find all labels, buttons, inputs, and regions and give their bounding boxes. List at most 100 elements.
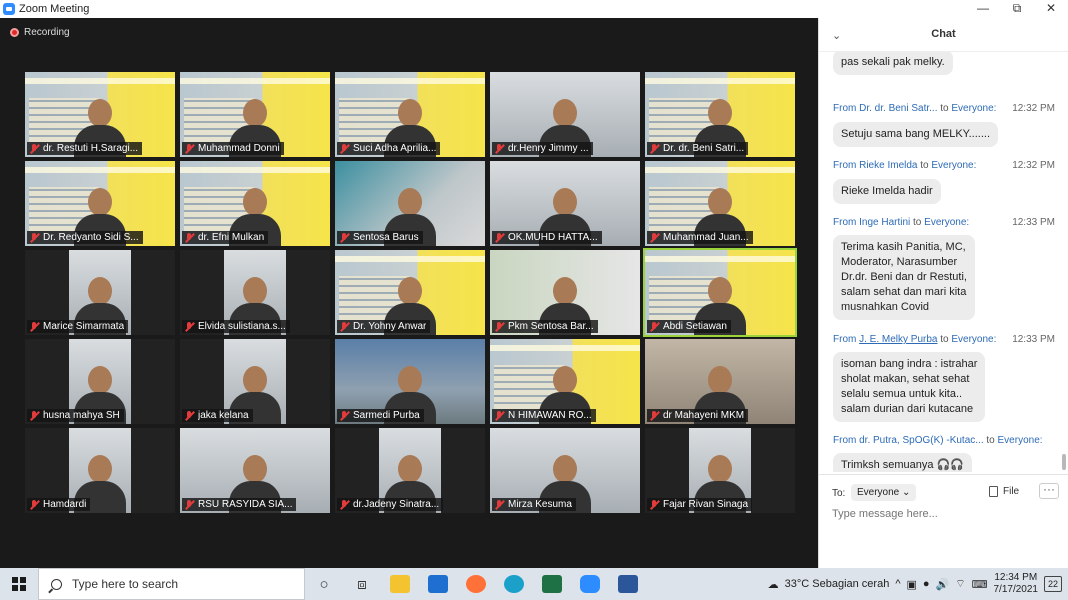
participant-name-bar: Elvida sulistiana.s...: [182, 320, 290, 333]
keyboard-icon[interactable]: ⌨: [972, 578, 988, 591]
participant-name-bar: Muhammad Donni: [182, 142, 284, 155]
participant-name: OK.MUHD HATTA...: [508, 232, 598, 243]
edge-icon[interactable]: [495, 568, 533, 600]
clock[interactable]: 12:34 PM 7/17/2021: [994, 572, 1039, 596]
participant-tile[interactable]: Hamdardi: [25, 428, 175, 513]
file-explorer-icon[interactable]: [381, 568, 419, 600]
chat-sender[interactable]: Rieke Imelda: [859, 160, 917, 171]
cortana-icon[interactable]: ○: [305, 568, 343, 600]
chat-sender[interactable]: J. E. Melky Purba: [859, 334, 937, 345]
participant-tile[interactable]: RSU RASYIDA SIA...: [180, 428, 330, 513]
taskbar-search[interactable]: Type here to search: [38, 568, 305, 600]
file-button[interactable]: File: [989, 486, 1019, 497]
chat-sender[interactable]: dr. Putra, SpOG(K) -Kutac...: [859, 435, 984, 446]
chat-message-header: From dr. Putra, SpOG(K) -Kutac... to Eve…: [833, 435, 1043, 446]
word-icon[interactable]: [609, 568, 647, 600]
participant-name-bar: Suci Adha Aprilia...: [337, 142, 441, 155]
participant-tile[interactable]: Marice Simarmata: [25, 250, 175, 335]
more-options-button[interactable]: ···: [1039, 483, 1059, 499]
participant-name: dr.Jadeny Sinatra...: [353, 499, 440, 510]
recording-label: Recording: [24, 27, 70, 38]
participant-tile[interactable]: Dr. Yohny Anwar: [335, 250, 485, 335]
participant-name: husna mahya SH: [43, 410, 120, 421]
chat-scrollbar[interactable]: [1062, 454, 1066, 470]
network-icon[interactable]: ⌔: [955, 577, 965, 591]
volume-icon[interactable]: 🔊: [936, 578, 950, 591]
participant-name-bar: Marice Simarmata: [27, 320, 129, 333]
participant-tile[interactable]: Dr. Redyanto Sidi S...: [25, 161, 175, 246]
maximize-button[interactable]: ⧉: [1000, 0, 1034, 18]
participant-tile[interactable]: dr.Jadeny Sinatra...: [335, 428, 485, 513]
chat-message-header: From Dr. dr. Beni Satr... to Everyone: 1…: [833, 103, 1055, 114]
participant-tile[interactable]: dr. Restuti H.Saragi...: [25, 72, 175, 157]
chat-message-bubble: pas sekali pak melky.: [833, 52, 953, 75]
chat-time: 12:33 PM: [1012, 217, 1055, 228]
chat-messages[interactable]: pas sekali pak melky. From Dr. dr. Beni …: [819, 52, 1061, 472]
chat-sender[interactable]: Inge Hartini: [859, 217, 910, 228]
to-label: To:: [832, 488, 846, 499]
participant-tile[interactable]: Dr. dr. Beni Satri...: [645, 72, 795, 157]
participant-name-bar: dr Mahayeni MKM: [647, 409, 749, 422]
mic-muted-icon: [339, 143, 349, 154]
chat-time: 12:33 PM: [1012, 334, 1055, 345]
participant-name-bar: Sarmedi Purba: [337, 409, 424, 422]
participant-tile[interactable]: N HIMAWAN RO...: [490, 339, 640, 424]
participant-tile[interactable]: dr.Henry Jimmy ...: [490, 72, 640, 157]
start-button[interactable]: [0, 568, 38, 600]
participant-name-bar: N HIMAWAN RO...: [492, 409, 596, 422]
participant-tile[interactable]: Pkm Sentosa Bar...: [490, 250, 640, 335]
mic-muted-icon: [494, 143, 504, 154]
participant-tile[interactable]: Fajar Rivan Sinaga: [645, 428, 795, 513]
file-icon: [989, 486, 998, 497]
participant-tile[interactable]: husna mahya SH: [25, 339, 175, 424]
participant-tile[interactable]: Abdi Setiawan: [643, 248, 797, 337]
participant-name: Abdi Setiawan: [663, 321, 727, 332]
participant-name-bar: dr. Restuti H.Saragi...: [27, 142, 143, 155]
participant-tile[interactable]: Muhammad Donni: [180, 72, 330, 157]
recording-indicator[interactable]: Recording: [10, 27, 70, 38]
participant-tile[interactable]: dr Mahayeni MKM: [645, 339, 795, 424]
participant-tile[interactable]: Muhammad Juan...: [645, 161, 795, 246]
weather-text[interactable]: 33°C Sebagian cerah: [785, 578, 890, 590]
firefox-icon[interactable]: [457, 568, 495, 600]
chat-message-bubble: Trimksh semuanya 🎧🎧: [833, 453, 972, 472]
recipient-select[interactable]: Everyone ⌄: [851, 484, 917, 501]
chat-message-bubble: Rieke Imelda hadir: [833, 179, 941, 204]
participant-tile[interactable]: Sentosa Barus: [335, 161, 485, 246]
participant-tile[interactable]: dr. Efni Mulkan: [180, 161, 330, 246]
chat-recipient: Everyone:: [931, 160, 977, 171]
participant-name: Muhammad Juan...: [663, 232, 749, 243]
participant-name: Dr. dr. Beni Satri...: [663, 143, 745, 154]
mic-muted-icon: [649, 232, 659, 243]
mic-muted-icon: [184, 321, 194, 332]
participant-tile[interactable]: Elvida sulistiana.s...: [180, 250, 330, 335]
participant-tile[interactable]: Mirza Kesuma: [490, 428, 640, 513]
microphone-icon[interactable]: ●: [923, 578, 930, 590]
task-view-icon[interactable]: ⧈: [343, 568, 381, 600]
chevron-up-icon[interactable]: ^: [895, 578, 900, 590]
excel-icon[interactable]: [533, 568, 571, 600]
minimize-button[interactable]: —: [966, 0, 1000, 18]
zoom-icon[interactable]: [571, 568, 609, 600]
chat-time: 12:32 PM: [1012, 103, 1055, 114]
participant-name: RSU RASYIDA SIA...: [198, 499, 293, 510]
participant-name: dr. Efni Mulkan: [198, 232, 265, 243]
mic-muted-icon: [339, 499, 349, 510]
participant-name: Elvida sulistiana.s...: [198, 321, 286, 332]
mic-muted-icon: [184, 143, 194, 154]
mail-icon[interactable]: [419, 568, 457, 600]
participant-tile[interactable]: OK.MUHD HATTA...: [490, 161, 640, 246]
participant-tile[interactable]: jaka kelana: [180, 339, 330, 424]
title-bar: Zoom Meeting — ⧉ ✕: [0, 0, 1068, 18]
participant-name-bar: Mirza Kesuma: [492, 498, 576, 511]
chat-sender[interactable]: Dr. dr. Beni Satr...: [859, 103, 937, 114]
chat-message-input[interactable]: [832, 508, 1052, 520]
participant-tile[interactable]: Suci Adha Aprilia...: [335, 72, 485, 157]
notifications-icon[interactable]: 22: [1044, 576, 1062, 592]
mic-muted-icon: [649, 143, 659, 154]
mic-muted-icon: [339, 232, 349, 243]
meet-now-icon[interactable]: ▣: [907, 578, 917, 591]
close-button[interactable]: ✕: [1034, 0, 1068, 18]
mic-muted-icon: [339, 321, 349, 332]
participant-tile[interactable]: Sarmedi Purba: [335, 339, 485, 424]
